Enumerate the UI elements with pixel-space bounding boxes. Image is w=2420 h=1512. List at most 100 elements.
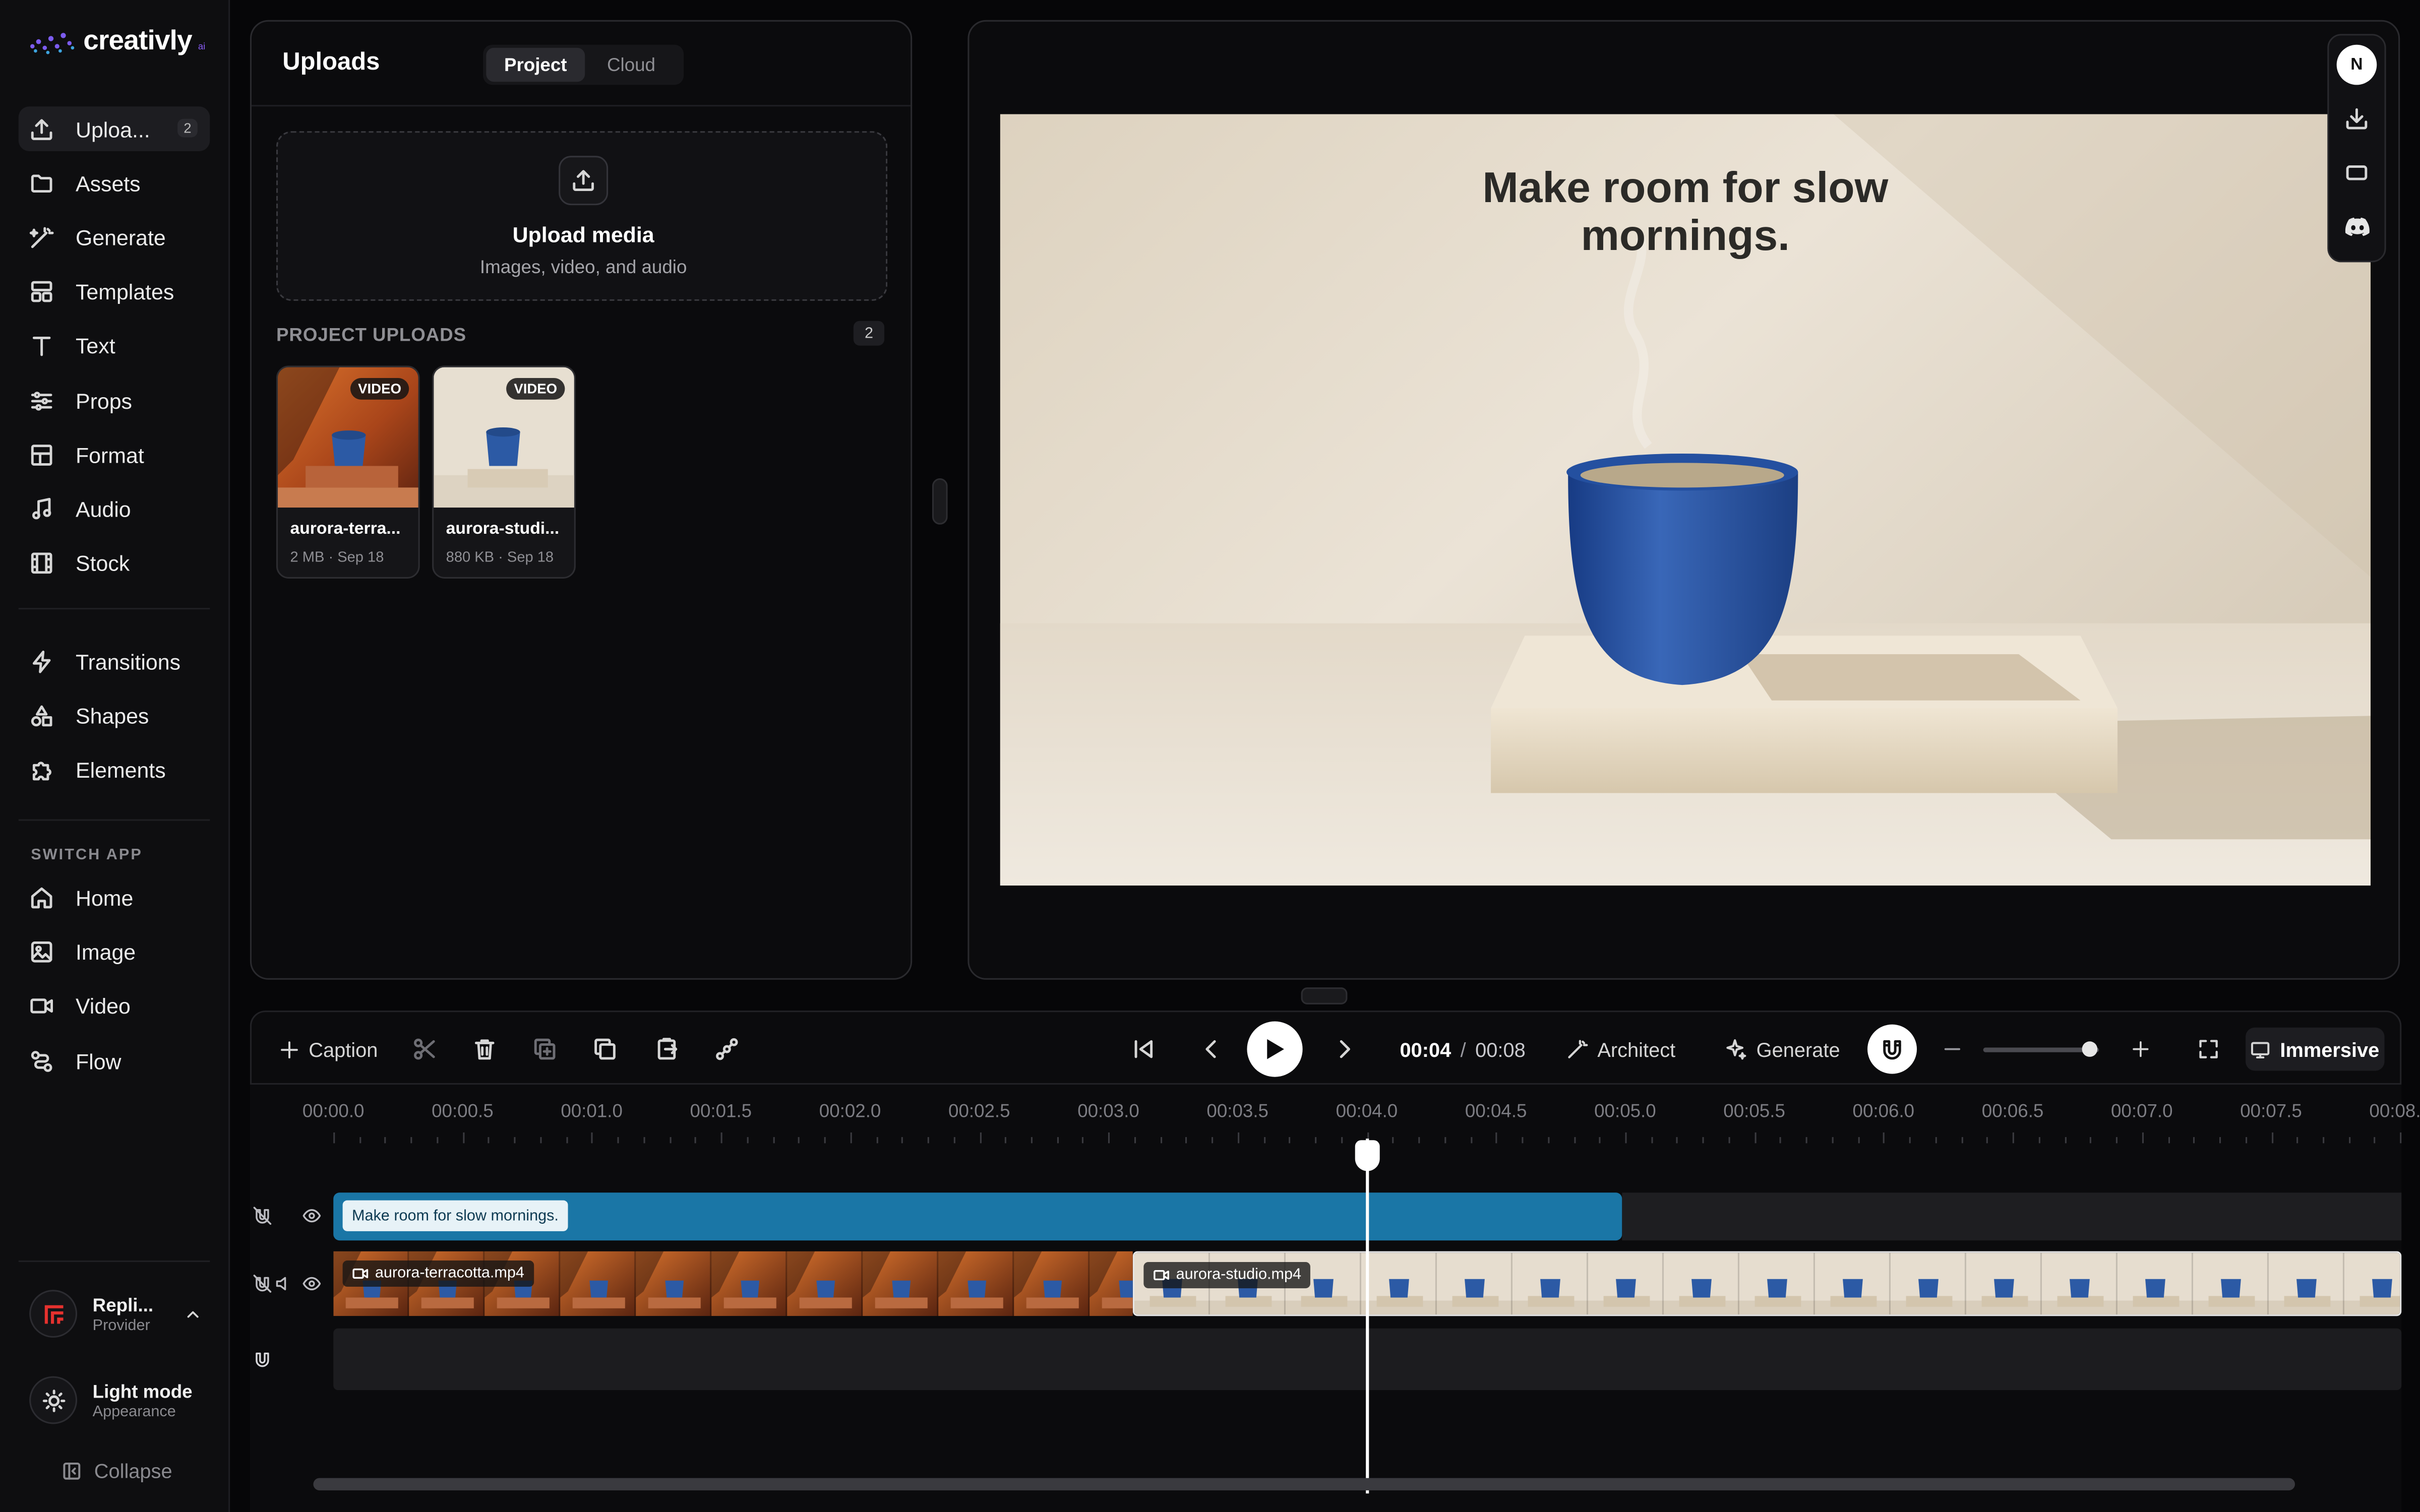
minus-icon (1944, 1048, 1961, 1050)
text-clip[interactable]: Make room for slow mornings. (333, 1192, 1622, 1241)
video-clip[interactable]: aurora-terracotta.mp4 (333, 1251, 1133, 1316)
ruler-tick (1547, 1137, 1549, 1144)
magnet-snap-button[interactable] (1867, 1012, 1917, 1086)
sidebar-item-props[interactable]: Props (19, 378, 210, 423)
ruler-tick (2116, 1137, 2118, 1144)
sidebar-item-elements[interactable]: Elements (19, 747, 210, 792)
unlink-icon[interactable] (253, 1207, 272, 1225)
ruler-tick (2245, 1137, 2247, 1144)
video-icon (352, 1268, 369, 1279)
file-name: aurora-terra... (290, 520, 401, 539)
ruler-tick (1289, 1137, 1291, 1144)
play-button[interactable] (1247, 1012, 1303, 1086)
ruler-tick (979, 1132, 981, 1144)
zoom-in-button[interactable] (2132, 1012, 2150, 1086)
ruler-tick (1418, 1137, 1420, 1144)
skip-start-button[interactable] (1131, 1012, 1156, 1086)
upload-card[interactable]: VIDEO aurora-terra... 2 MB · Sep 18 (276, 365, 420, 579)
ruler-label: 00:07.0 (2111, 1100, 2173, 1122)
sidebar-item-templates[interactable]: Templates (19, 269, 210, 313)
sidebar-item-shapes[interactable]: Shapes (19, 692, 210, 737)
next-frame-button[interactable] (1332, 1012, 1357, 1086)
caption-overlay[interactable]: Make room for slow mornings. (1463, 163, 1908, 259)
ruler-tick (2064, 1137, 2066, 1144)
generate-button[interactable]: Generate (1725, 1012, 1840, 1086)
zoom-out-button[interactable] (1943, 1012, 1962, 1086)
ruler-tick (720, 1132, 722, 1144)
ruler-label: 00:06.0 (1852, 1100, 1915, 1122)
preview-canvas[interactable]: Make room for slow mornings. (1000, 114, 2371, 886)
timeline-scrollbar[interactable] (313, 1478, 2295, 1491)
sidebar-item-video[interactable]: Video (19, 983, 210, 1028)
fullscreen-button[interactable] (2198, 1012, 2219, 1086)
playhead-line[interactable] (1366, 1139, 1369, 1494)
unlink-icon[interactable] (253, 1275, 272, 1293)
ruler-tick (1005, 1137, 1007, 1144)
puzzle-icon (32, 761, 51, 780)
sidebar-item-format[interactable]: Format (19, 432, 210, 477)
delete-button[interactable] (472, 1012, 497, 1086)
collapse-label: Collapse (94, 1459, 172, 1483)
sidebar-divider (18, 819, 210, 821)
zoom-slider-thumb[interactable] (2082, 1041, 2098, 1057)
timeline-resize-handle[interactable] (1301, 987, 1348, 1004)
sidebar-item-assets[interactable]: Assets (19, 160, 210, 205)
sidebar-item-generate[interactable]: Generate (19, 215, 210, 260)
export-clip-button[interactable] (654, 1012, 679, 1086)
preview-panel: Make room for slow mornings. N (967, 20, 2400, 980)
ruler-tick (2348, 1137, 2350, 1144)
time-ruler[interactable]: 00:00.0 00:00.5 00:01.0 00:01.5 00:02.0 00:02… (250, 1085, 2420, 1153)
collapse-button[interactable]: Collapse (62, 1460, 172, 1483)
prev-frame-button[interactable] (1199, 1012, 1224, 1086)
ruler-tick (462, 1132, 464, 1144)
sidebar-item-label: Props (75, 388, 132, 413)
architect-button[interactable]: Architect (1566, 1012, 1675, 1086)
sidebar-item-label: Uploa... (75, 116, 150, 142)
video-clip[interactable]: aurora-studio.mp4 (1132, 1251, 2402, 1316)
upload-dropzone[interactable]: Upload media Images, video, and audio (276, 131, 888, 301)
panel-title: Uploads (282, 49, 380, 76)
speaker-icon[interactable] (275, 1275, 289, 1293)
sidebar-item-text[interactable]: Text (19, 323, 210, 367)
ruler-tick (540, 1137, 542, 1144)
brand-logo[interactable]: creativly ai (28, 25, 205, 57)
sidebar-item-home[interactable]: Home (19, 875, 210, 920)
split-button[interactable] (412, 1012, 437, 1086)
ruler-tick (2038, 1137, 2040, 1144)
sidebar-item-flow[interactable]: Flow (19, 1038, 210, 1083)
sidebar-item-uploads[interactable]: Uploa... 2 (18, 106, 210, 151)
ruler-label: 00:08.0 (2369, 1100, 2420, 1122)
appearance-toggle[interactable]: Light mode Appearance (19, 1376, 210, 1424)
immersive-button[interactable]: Immersive (2246, 1027, 2385, 1071)
discord-button[interactable] (2337, 207, 2377, 247)
eye-icon[interactable] (302, 1207, 321, 1225)
ruler-tick (2142, 1132, 2144, 1144)
aspect-ratio-button[interactable] (2337, 153, 2377, 193)
media-type-badge: VIDEO (350, 377, 409, 400)
eye-icon[interactable] (302, 1275, 321, 1293)
add-caption-button[interactable]: Caption (279, 1012, 378, 1086)
tab-project[interactable]: Project (486, 47, 585, 82)
connect-button[interactable] (714, 1012, 739, 1086)
panel-resize-handle[interactable] (932, 478, 948, 525)
playhead-handle[interactable] (1355, 1140, 1380, 1171)
sidebar-item-label: Home (75, 885, 134, 910)
sidebar-item-image[interactable]: Image (19, 929, 210, 974)
ruler-tick (1108, 1132, 1110, 1144)
sidebar-item-transitions[interactable]: Transitions (19, 639, 210, 683)
ruler-label: 00:05.0 (1594, 1100, 1656, 1122)
provider-selector[interactable]: Repli... Provider (19, 1290, 210, 1338)
tab-cloud[interactable]: Cloud (585, 48, 678, 82)
account-button[interactable]: N (2336, 44, 2377, 85)
upload-card[interactable]: VIDEO aurora-studi... 880 KB · Sep 18 (432, 365, 576, 579)
duplicate-button[interactable] (593, 1012, 618, 1086)
collapse-icon (63, 1462, 81, 1480)
ruler-tick (1496, 1132, 1498, 1144)
total-time: 00:08 (1475, 1037, 1526, 1061)
magnet-icon[interactable] (253, 1350, 272, 1369)
add-clip-button[interactable] (532, 1012, 557, 1086)
sidebar-item-stock[interactable]: Stock (19, 540, 210, 585)
sidebar-item-audio[interactable]: Audio (19, 486, 210, 531)
ruler-tick (901, 1137, 903, 1144)
download-button[interactable] (2337, 99, 2377, 139)
